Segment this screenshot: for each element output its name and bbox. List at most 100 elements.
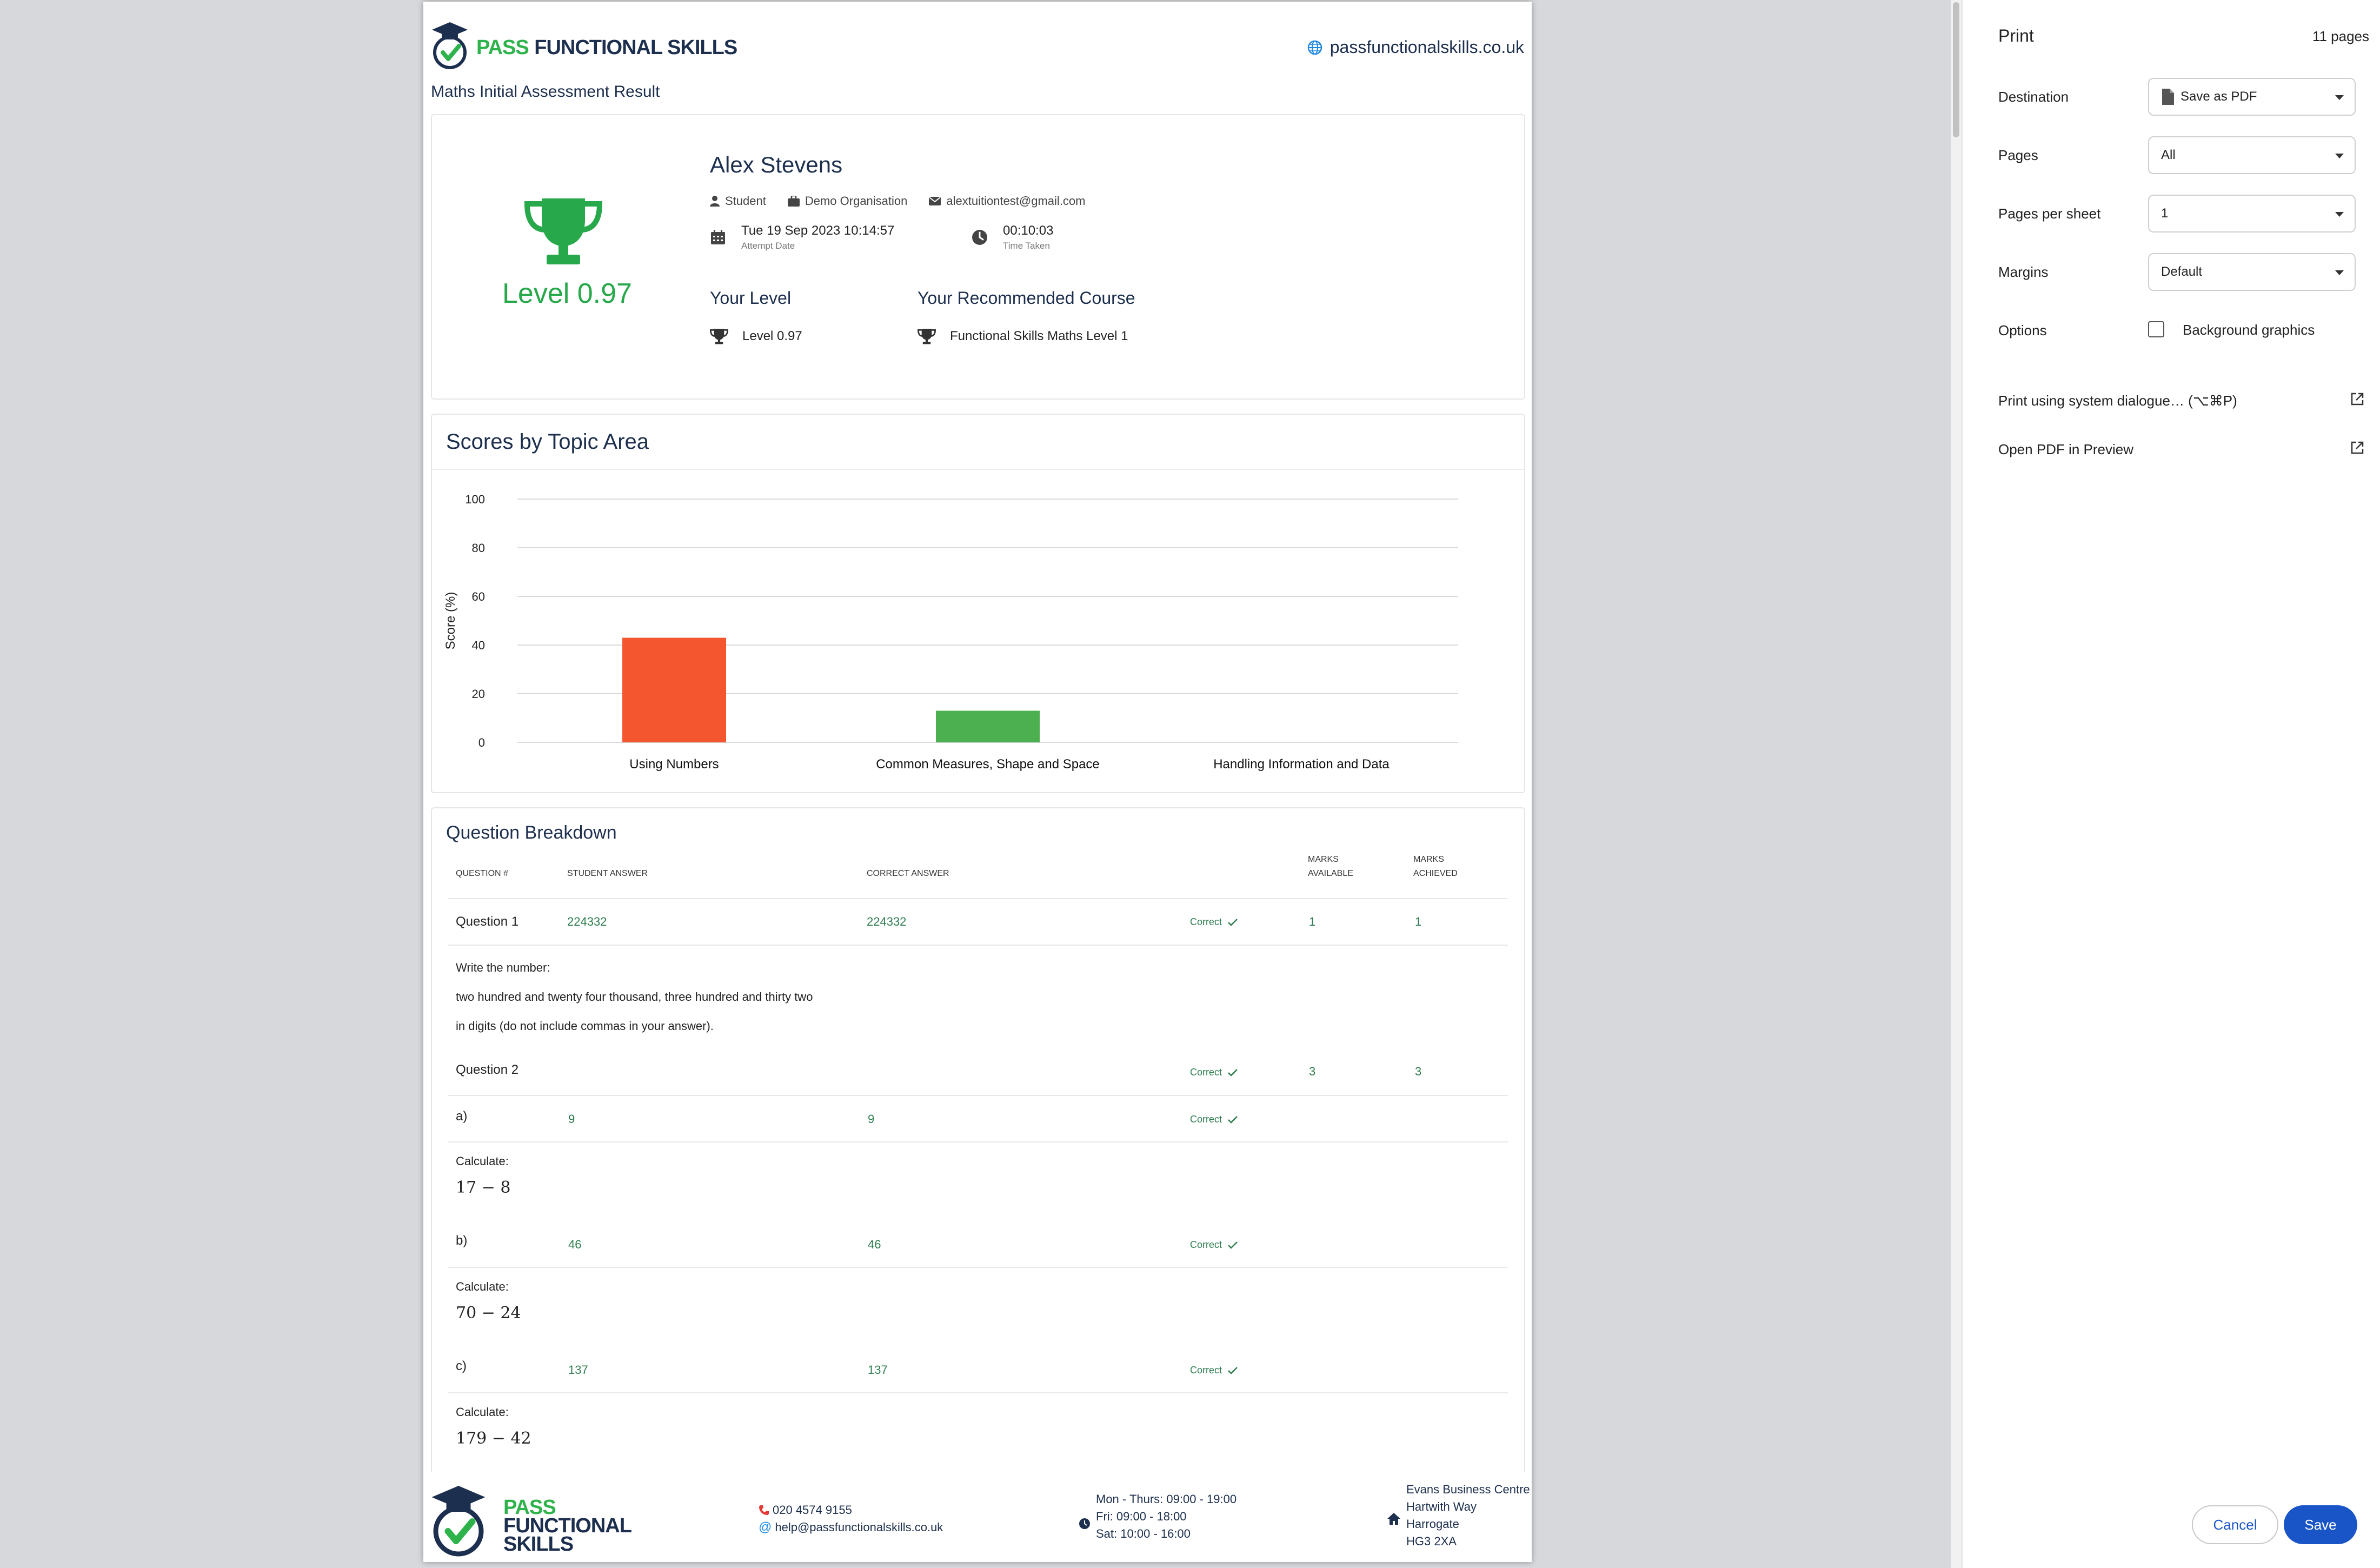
bar bbox=[936, 710, 1040, 742]
col-marks-available: MARKS AVAILABLE bbox=[1308, 853, 1353, 881]
question-2b-student-answer: 46 bbox=[568, 1238, 582, 1251]
phone-icon bbox=[759, 1505, 769, 1515]
checkmark-icon bbox=[1228, 1241, 1238, 1249]
margins-label: Margins bbox=[1998, 264, 2049, 280]
footer-hours-1: Mon - Thurs: 09:00 - 19:00 bbox=[1096, 1492, 1237, 1506]
y-tick-label: 40 bbox=[472, 639, 485, 652]
checkmark-icon bbox=[1228, 1068, 1238, 1077]
website-link[interactable]: passfunctionalskills.co.uk bbox=[1307, 37, 1524, 57]
question-1-status: Correct bbox=[1190, 916, 1238, 928]
attempt-date-block: Tue 19 Sep 2023 10:14:57 Attempt Date bbox=[710, 223, 894, 251]
y-tick-label: 100 bbox=[465, 493, 485, 506]
cancel-button[interactable]: Cancel bbox=[2192, 1505, 2278, 1544]
attempt-date-value: Tue 19 Sep 2023 10:14:57 bbox=[741, 223, 895, 238]
open-pdf-preview-link[interactable]: Open PDF in Preview bbox=[1998, 441, 2133, 458]
y-axis-label: Score (%) bbox=[443, 592, 458, 650]
col-marks-achieved: MARKS ACHIEVED bbox=[1413, 853, 1458, 881]
question-2-marks-achieved: 3 bbox=[1415, 1065, 1422, 1078]
chevron-down-icon bbox=[2335, 154, 2344, 158]
checkmark-icon bbox=[1228, 918, 1238, 926]
brand-rest-text: FUNCTIONAL SKILLS bbox=[534, 36, 737, 59]
your-level-heading: Your Level bbox=[710, 288, 792, 308]
question-2b-prompt: Calculate: bbox=[456, 1280, 509, 1293]
graduation-check-logo-icon bbox=[432, 22, 468, 69]
row-divider bbox=[448, 898, 1508, 899]
print-panel-title: Print bbox=[1998, 26, 2034, 45]
trophy-small-icon bbox=[918, 329, 936, 344]
question-2b-status: Correct bbox=[1190, 1239, 1238, 1251]
envelope-icon bbox=[929, 197, 941, 205]
margins-value: Default bbox=[2161, 264, 2203, 279]
question-2c-student-answer: 137 bbox=[568, 1363, 588, 1377]
breakdown-title: Question Breakdown bbox=[446, 822, 617, 843]
footer-hours-2: Fri: 09:00 - 18:00 bbox=[1096, 1510, 1187, 1523]
options-label: Options bbox=[1998, 322, 2047, 338]
result-summary-card: Level 0.97 Alex Stevens Student Demo Org… bbox=[431, 114, 1525, 400]
col-marks-available-line1: MARKS bbox=[1308, 855, 1339, 864]
question-2a-correct-answer: 9 bbox=[868, 1112, 875, 1126]
attempt-date-label: Attempt Date bbox=[741, 241, 795, 251]
status-text: Correct bbox=[1190, 1114, 1222, 1125]
chevron-down-icon bbox=[2335, 212, 2344, 217]
question-1-marks-available: 1 bbox=[1309, 915, 1316, 928]
save-button[interactable]: Save bbox=[2284, 1505, 2357, 1544]
pages-value: All bbox=[2161, 148, 2176, 162]
briefcase-icon bbox=[787, 196, 800, 207]
user-icon bbox=[710, 196, 720, 207]
system-dialog-link[interactable]: Print using system dialogue… (⌥⌘P) bbox=[1998, 393, 2237, 409]
external-link-icon[interactable] bbox=[2350, 440, 2365, 455]
col-marks-achieved-line2: ACHIEVED bbox=[1413, 869, 1458, 878]
pages-select[interactable]: All bbox=[2148, 136, 2356, 174]
role-text: Student bbox=[725, 194, 766, 208]
preview-scrollbar[interactable] bbox=[1951, 0, 1962, 1568]
margins-select[interactable]: Default bbox=[2148, 253, 2356, 291]
pages-per-sheet-select[interactable]: 1 bbox=[2148, 195, 2356, 232]
preview-page: PASS FUNCTIONAL SKILLS passfunctionalski… bbox=[423, 2, 1532, 1562]
bar bbox=[622, 637, 726, 742]
question-1-text-line3: in digits (do not include commas in your… bbox=[456, 1019, 714, 1033]
status-text: Correct bbox=[1190, 1067, 1222, 1078]
at-sign-icon: @ bbox=[759, 1520, 772, 1534]
footer-address: Evans Business Centre Hartwith Way Harro… bbox=[1406, 1481, 1530, 1550]
y-tick-label: 60 bbox=[472, 590, 485, 603]
question-2a-expression: 17 − 8 bbox=[456, 1178, 511, 1197]
destination-select[interactable]: Save as PDF bbox=[2148, 78, 2356, 116]
col-correct-answer: CORRECT ANSWER bbox=[867, 869, 949, 878]
background-graphics-label[interactable]: Background graphics bbox=[2183, 322, 2315, 338]
row-divider bbox=[448, 1095, 1508, 1096]
website-text: passfunctionalskills.co.uk bbox=[1329, 37, 1524, 57]
globe-icon bbox=[1307, 40, 1322, 55]
x-tick-label: Common Measures, Shape and Space bbox=[876, 757, 1100, 772]
question-breakdown-card: Question Breakdown QUESTION # STUDENT AN… bbox=[431, 807, 1525, 1473]
row-divider bbox=[448, 1141, 1508, 1142]
footer-phone[interactable]: 020 4574 9155 bbox=[773, 1501, 852, 1519]
footer-email[interactable]: help@passfunctionalskills.co.uk bbox=[775, 1519, 943, 1536]
destination-label: Destination bbox=[1998, 89, 2069, 105]
y-tick-label: 80 bbox=[472, 541, 485, 555]
footer-address-3: Harrogate bbox=[1406, 1517, 1459, 1531]
question-1-student-answer: 224332 bbox=[567, 915, 607, 928]
time-taken-value: 00:10:03 bbox=[1003, 223, 1054, 238]
big-level-value: Level 0.97 bbox=[502, 278, 632, 309]
time-taken-label: Time Taken bbox=[1003, 241, 1050, 251]
brand-pass-text: PASS bbox=[476, 36, 529, 59]
document-icon bbox=[2162, 89, 2174, 105]
question-2c-correct-answer: 137 bbox=[868, 1363, 888, 1377]
page-count: 11 pages bbox=[2312, 28, 2369, 44]
question-2c-prompt: Calculate: bbox=[456, 1405, 509, 1419]
footer-address-1: Evans Business Centre bbox=[1406, 1483, 1530, 1496]
question-2a-label: a) bbox=[456, 1109, 468, 1124]
col-student-answer: STUDENT ANSWER bbox=[567, 869, 648, 878]
destination-value: Save as PDF bbox=[2180, 89, 2257, 104]
your-level-row: Level 0.97 bbox=[710, 328, 802, 344]
chart-title: Scores by Topic Area bbox=[446, 430, 649, 454]
background-graphics-checkbox[interactable] bbox=[2148, 321, 2164, 337]
row-divider bbox=[448, 945, 1508, 946]
preview-scrollbar-thumb[interactable] bbox=[1953, 2, 1959, 137]
recommended-course-row: Functional Skills Maths Level 1 bbox=[918, 328, 1128, 344]
footer-address-4: HG3 2XA bbox=[1406, 1534, 1457, 1548]
external-link-icon[interactable] bbox=[2350, 391, 2365, 407]
report-title: Maths Initial Assessment Result bbox=[431, 83, 660, 101]
checkmark-icon bbox=[1228, 1366, 1238, 1374]
footer-brand-line1: PASS bbox=[503, 1496, 556, 1519]
